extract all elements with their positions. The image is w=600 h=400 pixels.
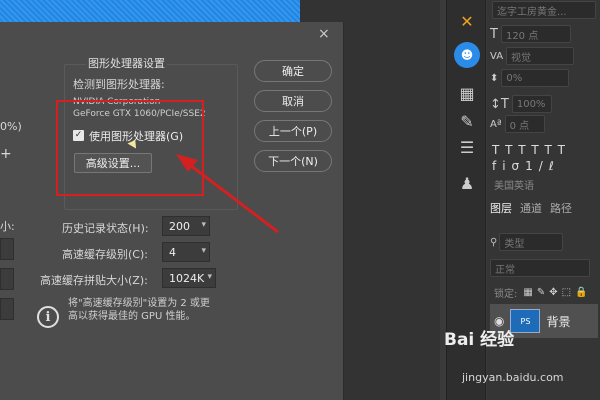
tracking-dropdown[interactable]: 0% — [501, 69, 570, 87]
font-size-icon: T — [490, 26, 498, 42]
tab-channels[interactable]: 通道 — [520, 200, 542, 216]
lock-icons[interactable]: ▦✎✥⬚🔒 — [523, 287, 591, 298]
character-panel-icon[interactable]: ☻ — [454, 42, 480, 68]
font-family-row[interactable]: 迄字工房黄金... — [492, 0, 596, 20]
blend-row[interactable]: 正常 — [490, 258, 590, 278]
scale-icon: ⬍ — [490, 72, 499, 84]
tab-layers[interactable]: 图层 — [490, 200, 512, 216]
history-icon[interactable]: ▦ — [454, 80, 480, 106]
font-size-dropdown[interactable]: 120 点 — [500, 25, 571, 43]
layers-tabs: 图层 通道 路径 — [490, 200, 572, 216]
scale-row[interactable]: ↕T 100% — [490, 94, 552, 114]
font-size-row[interactable]: T 120 点 — [490, 24, 571, 44]
person-icon[interactable]: ♟ — [454, 170, 480, 196]
layer-filter-row[interactable]: ⚲ 类型 — [490, 232, 564, 252]
baidu-watermark: Bai 经验 — [444, 330, 515, 350]
baseline-row[interactable]: Aª 0 点 — [490, 114, 545, 134]
layer-thumbnail: PS — [510, 309, 541, 333]
scale-field[interactable]: 100% — [511, 95, 552, 113]
tracking-icon: VA — [490, 50, 504, 62]
layer-name: 背景 — [546, 314, 571, 329]
blend-mode-dropdown[interactable]: 正常 — [490, 259, 590, 277]
layer-kind-dropdown[interactable]: 类型 — [499, 233, 564, 251]
lock-row: 锁定: ▦✎✥⬚🔒 — [494, 282, 591, 302]
font-family-dropdown[interactable]: 迄字工房黄金... — [492, 1, 596, 19]
opentype-buttons[interactable]: fiσ1/ℓ — [492, 156, 560, 176]
tab-paths[interactable]: 路径 — [550, 200, 572, 216]
lock-label: 锁定: — [494, 288, 518, 300]
language-dropdown[interactable]: 美国英语 — [494, 174, 534, 194]
watermark-url: jingyan.baidu.com — [462, 371, 564, 384]
font-style-row[interactable]: VA 视觉 — [490, 46, 575, 66]
tracking-row[interactable]: ⬍ 0% — [490, 68, 570, 88]
baseline-field[interactable]: 0 点 — [504, 115, 545, 133]
tools-icon[interactable]: ✕ — [454, 8, 480, 34]
brush-icon[interactable]: ✎ — [454, 108, 480, 134]
vertical-scale-icon: ↕T — [490, 96, 509, 112]
baseline-icon: Aª — [490, 118, 502, 130]
search-icon: ⚲ — [490, 236, 498, 248]
font-style-dropdown[interactable]: 视觉 — [506, 47, 575, 65]
adjustments-icon[interactable]: ☰ — [454, 134, 480, 160]
